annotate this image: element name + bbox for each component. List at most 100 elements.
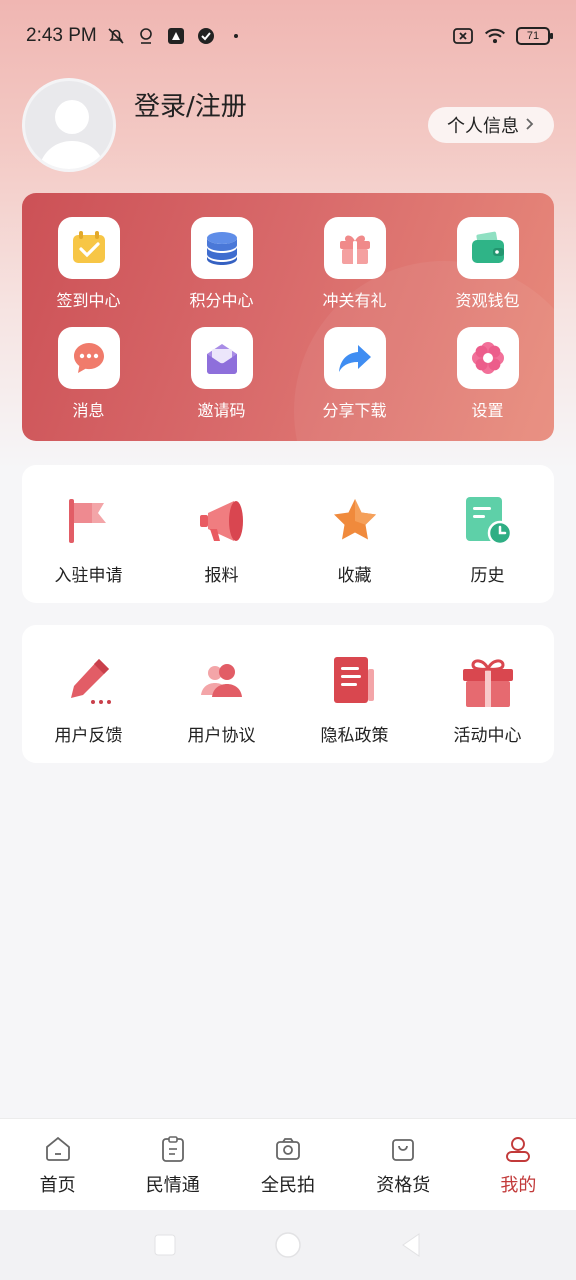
location-icon	[135, 25, 157, 47]
personal-info-button[interactable]: 个人信息	[428, 107, 554, 143]
service-user-feedback[interactable]: 用户反馈	[22, 651, 155, 746]
person-icon	[506, 1137, 531, 1162]
service-history[interactable]: 历史	[421, 491, 554, 586]
tab-home[interactable]: 首页	[0, 1119, 115, 1210]
icon-wrapper	[192, 651, 252, 711]
wallet-icon	[471, 231, 504, 263]
users-icon	[200, 664, 242, 697]
camera-icon	[276, 1138, 300, 1160]
star-icon	[333, 499, 376, 540]
service-label: 隐私政策	[320, 726, 389, 746]
icon-wrapper	[458, 651, 518, 711]
quick-action-label: 邀请码	[197, 401, 246, 420]
icon-wrapper	[458, 491, 518, 551]
icon-wrapper	[59, 651, 119, 711]
service-privacy-policy[interactable]: 隐私政策	[288, 651, 421, 746]
icon-tile	[190, 217, 253, 279]
icon-wrapper	[192, 491, 252, 551]
icon-tile	[456, 327, 519, 389]
service-activity-center[interactable]: 活动中心	[421, 651, 554, 746]
clipboard-icon	[161, 1136, 184, 1162]
service-user-agreement[interactable]: 用户协议	[155, 651, 288, 746]
quick-action-label: 冲关有礼	[322, 291, 387, 310]
tab-label: 民情通	[145, 1175, 200, 1196]
icon-tile	[323, 217, 386, 279]
coins-stack-icon	[206, 232, 237, 265]
document-icon	[333, 657, 374, 703]
tab-citizen-photo[interactable]: 全民拍	[230, 1119, 345, 1210]
tab-label: 全民拍	[261, 1175, 315, 1196]
gift-icon	[462, 659, 513, 707]
tab-label: 首页	[39, 1175, 76, 1196]
shopping-bag-icon	[392, 1139, 415, 1161]
icon-wrapper	[325, 491, 385, 551]
icon-tile	[190, 327, 253, 389]
chevron-right-icon	[525, 115, 535, 136]
icon-wrapper	[325, 651, 385, 711]
quick-action-label: 签到中心	[56, 291, 121, 310]
service-label: 收藏	[337, 566, 372, 586]
no-sim-icon	[452, 25, 474, 47]
envelope-open-icon	[206, 344, 237, 374]
tab-public-sentiment[interactable]: 民情通	[115, 1119, 230, 1210]
home-circle-icon[interactable]	[273, 1230, 303, 1260]
service-label: 历史	[470, 566, 505, 586]
quick-action-challenge-gift[interactable]: 冲关有礼	[288, 217, 421, 311]
calendar-check-icon	[72, 231, 105, 263]
service-label: 报料	[204, 566, 239, 586]
icon-tile	[323, 327, 386, 389]
service-report[interactable]: 报料	[155, 491, 288, 586]
share-arrow-icon	[338, 345, 371, 372]
system-navigation-bar	[0, 1210, 576, 1280]
status-bar: 2:43 PM 71	[26, 18, 553, 54]
home-icon	[45, 1136, 70, 1161]
quick-action-label: 设置	[471, 401, 504, 420]
app-notification-icon	[165, 25, 187, 47]
quick-action-label: 积分中心	[189, 291, 254, 310]
verified-icon	[195, 25, 217, 47]
service-favorites[interactable]: 收藏	[288, 491, 421, 586]
battery-indicator: 71	[516, 27, 553, 45]
service-label: 用户反馈	[54, 726, 123, 746]
wifi-icon	[484, 25, 506, 47]
service-settle-in-apply[interactable]: 入驻申请	[22, 491, 155, 586]
quick-action-points[interactable]: 积分中心	[155, 217, 288, 311]
battery-level: 71	[526, 30, 540, 42]
gift-box-icon	[339, 235, 370, 264]
icon-tile	[456, 217, 519, 279]
tab-label: 资格货	[376, 1175, 431, 1196]
icon-wrapper	[59, 491, 119, 551]
flag-icon	[68, 499, 106, 543]
quick-action-checkin[interactable]: 签到中心	[22, 217, 155, 311]
services-card-primary: 入驻申请 报料 收藏 历史	[22, 465, 554, 603]
tab-qualified-goods[interactable]: 资格货	[346, 1119, 461, 1210]
history-icon	[465, 497, 512, 546]
quick-action-messages[interactable]: 消息	[22, 327, 155, 421]
tab-mine[interactable]: 我的	[461, 1119, 576, 1210]
quick-action-invite-code[interactable]: 邀请码	[155, 327, 288, 421]
megaphone-icon	[199, 501, 243, 541]
quick-action-settings[interactable]: 设置	[421, 327, 554, 421]
quick-action-share-download[interactable]: 分享下载	[288, 327, 421, 421]
back-triangle-icon[interactable]	[399, 1232, 423, 1258]
service-label: 入驻申请	[54, 566, 123, 586]
quick-action-label: 消息	[72, 401, 105, 420]
gear-icon	[471, 342, 504, 374]
recent-apps-icon[interactable]	[153, 1233, 177, 1257]
quick-action-wallet[interactable]: 资观钱包	[421, 217, 554, 311]
personal-info-label: 个人信息	[447, 116, 519, 137]
tab-label: 我的	[500, 1175, 537, 1196]
chat-bubble-icon	[73, 343, 104, 373]
pencil-icon	[70, 659, 111, 704]
bottom-tab-bar: 首页 民情通 全民拍 资格货 我的	[0, 1118, 576, 1210]
login-register-link[interactable]: 登录/注册	[134, 86, 247, 123]
icon-tile	[57, 327, 120, 389]
service-label: 活动中心	[453, 726, 522, 746]
avatar[interactable]	[22, 78, 116, 172]
mute-icon	[105, 25, 127, 47]
dot-icon	[225, 25, 247, 47]
icon-tile	[57, 217, 120, 279]
quick-action-label: 分享下载	[322, 401, 387, 420]
status-time: 2:43 PM	[26, 25, 97, 46]
quick-actions-card: 签到中心 积分中心 冲关有礼 资观钱包 消息 邀请码 分享下载 设置	[22, 193, 554, 441]
